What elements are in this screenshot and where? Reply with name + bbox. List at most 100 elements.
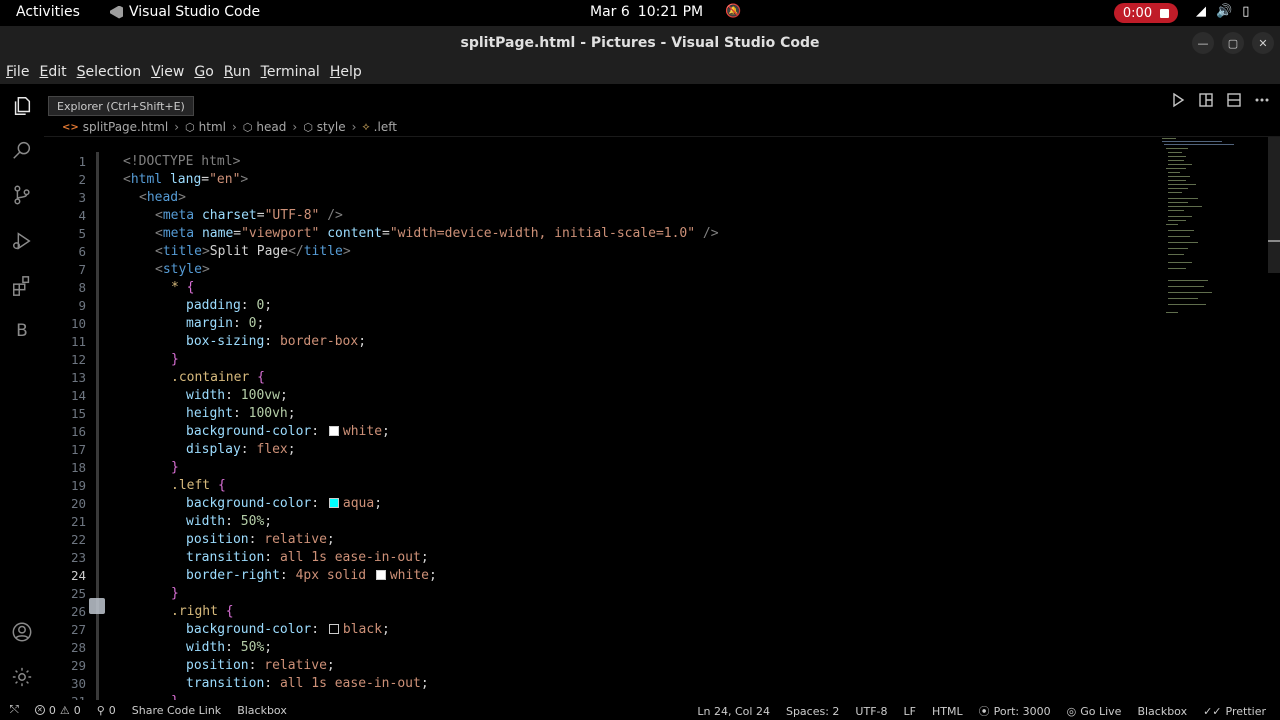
system-tray[interactable]: ◢ 🔊 ▯ — [1196, 4, 1249, 19]
stop-recording-icon — [1160, 8, 1170, 18]
search-icon[interactable] — [10, 138, 34, 162]
code-line-15: height: 100vh; — [186, 405, 296, 421]
prettier-status[interactable]: ✓✓ Prettier — [1203, 705, 1266, 718]
screen-recording-indicator[interactable]: 0:00 — [1114, 3, 1178, 23]
editor-divider — [44, 136, 1280, 137]
code-line-28: width: 50%; — [186, 639, 273, 655]
breadcrumb-head[interactable]: head — [256, 120, 286, 134]
minimize-button[interactable]: — — [1192, 32, 1214, 54]
code-line-29: position: relative; — [186, 657, 335, 673]
menu-view[interactable]: View — [151, 64, 190, 80]
do-not-disturb-icon: 🔕 — [725, 4, 742, 19]
line-number: 16 — [70, 423, 86, 439]
live-server-icon: ⦿ — [978, 705, 990, 718]
editor-actions — [1170, 92, 1270, 112]
window-title: splitPage.html - Pictures - Visual Studi… — [460, 35, 820, 51]
code-line-3: < head > — [139, 189, 186, 205]
element-symbol-icon: ⬡ — [303, 120, 313, 134]
warning-icon: ⚠ — [59, 703, 70, 717]
chevron-right-icon: › — [351, 120, 357, 134]
color-swatch-aqua[interactable] — [328, 498, 339, 508]
chevron-right-icon: › — [231, 120, 237, 134]
code-line-16: background-color: white; — [186, 423, 390, 439]
extensions-icon[interactable] — [10, 274, 34, 298]
go-live-button[interactable]: ◎ Go Live — [1067, 705, 1122, 718]
remote-indicator[interactable]: ⤲ — [10, 703, 19, 717]
code-line-11: box-sizing: border-box; — [186, 333, 367, 349]
recording-time: 0:00 — [1122, 5, 1153, 21]
share-code-link-button[interactable]: Share Code Link — [132, 704, 221, 717]
line-number: 15 — [70, 405, 86, 421]
error-count: 0 — [48, 703, 56, 717]
file-encoding[interactable]: UTF-8 — [855, 705, 887, 718]
clock-time: 10:21 PM — [637, 4, 704, 20]
code-editor[interactable]: 1 2 3 4 5 6 7 8 9 10 11 12 13 14 15 16 1… — [44, 152, 1154, 701]
activities-button[interactable]: Activities — [16, 4, 80, 20]
minimap[interactable] — [1160, 136, 1270, 336]
line-number: 17 — [70, 441, 86, 457]
account-icon[interactable] — [10, 620, 34, 644]
line-number: 2 — [78, 171, 86, 187]
line-number: 3 — [78, 189, 86, 205]
language-mode[interactable]: HTML — [932, 705, 963, 718]
end-of-line[interactable]: LF — [904, 705, 916, 718]
line-number: 30 — [70, 675, 86, 691]
code-line-1: <!DOCTYPE html> — [123, 153, 241, 169]
scrollbar-cursor-marker — [1268, 240, 1280, 242]
vertical-scrollbar-thumb[interactable] — [1268, 137, 1280, 273]
antenna-icon: ◎ — [1066, 704, 1077, 718]
indentation[interactable]: Spaces: 2 — [786, 705, 839, 718]
ports-indicator[interactable]: ⚲ 0 — [97, 704, 116, 717]
close-button[interactable]: ✕ — [1252, 32, 1274, 54]
line-number: 23 — [70, 549, 86, 565]
broadcast-icon: ⚲ — [96, 703, 105, 717]
cursor-position[interactable]: Ln 24, Col 24 — [697, 705, 770, 718]
menu-help[interactable]: Help — [330, 64, 368, 80]
code-line-23: transition: all 1s ease-in-out; — [186, 549, 429, 565]
window-controls: — ▢ ✕ — [1192, 32, 1274, 54]
code-line-14: width: 100vw; — [186, 387, 288, 403]
settings-gear-icon[interactable] — [10, 665, 34, 689]
menu-terminal[interactable]: Terminal — [261, 64, 326, 80]
menu-go[interactable]: Go — [194, 64, 219, 80]
run-file-icon[interactable] — [1170, 92, 1186, 112]
run-debug-icon[interactable] — [10, 229, 34, 253]
more-actions-icon[interactable] — [1254, 92, 1270, 112]
element-symbol-icon: ⬡ — [242, 120, 253, 134]
menu-selection[interactable]: Selection — [77, 64, 148, 80]
window-titlebar: splitPage.html - Pictures - Visual Studi… — [0, 26, 1280, 60]
live-server-port[interactable]: ⦿ Port: 3000 — [979, 703, 1051, 719]
code-line-6: < title > Split Page </title > — [155, 243, 351, 259]
blackbox-status-button[interactable]: Blackbox — [237, 704, 287, 717]
blackbox-right-button[interactable]: Blackbox — [1137, 705, 1187, 718]
code-line-27: background-color: black; — [186, 621, 390, 637]
open-preview-icon[interactable] — [1198, 92, 1214, 112]
menu-run[interactable]: Run — [224, 64, 257, 80]
wifi-icon: ◢ — [1196, 4, 1206, 19]
clock[interactable]: Mar 6 10:21 PM 🔕 — [590, 4, 741, 20]
line-number: 25 — [70, 585, 86, 601]
breadcrumb-file[interactable]: splitPage.html — [83, 120, 168, 134]
explorer-icon[interactable] — [10, 94, 34, 118]
blackbox-icon[interactable]: B — [10, 319, 34, 343]
breadcrumb-left[interactable]: .left — [374, 120, 397, 134]
app-menu[interactable]: Visual Studio Code — [110, 4, 260, 20]
split-editor-icon[interactable] — [1226, 92, 1242, 112]
color-swatch-white[interactable] — [328, 426, 339, 436]
color-swatch-white[interactable] — [375, 570, 386, 580]
maximize-button[interactable]: ▢ — [1222, 32, 1244, 54]
problems-indicator[interactable]: ✕ 0 ⚠ 0 — [34, 703, 81, 717]
battery-icon: ▯ — [1242, 4, 1250, 19]
breadcrumb-style[interactable]: style — [317, 120, 346, 134]
line-number: 10 — [70, 315, 86, 331]
menu-file[interactable]: File — [6, 64, 35, 80]
css-selector-icon: ⟡ — [362, 120, 370, 133]
app-name: Visual Studio Code — [129, 4, 261, 20]
activity-bar: B — [0, 84, 44, 700]
color-swatch-black[interactable] — [328, 624, 339, 634]
menu-edit[interactable]: Edit — [39, 64, 72, 80]
breadcrumb-html[interactable]: html — [199, 120, 226, 134]
code-line-18: } — [171, 459, 179, 475]
source-control-icon[interactable] — [10, 183, 34, 207]
ports-count: 0 — [108, 703, 116, 717]
